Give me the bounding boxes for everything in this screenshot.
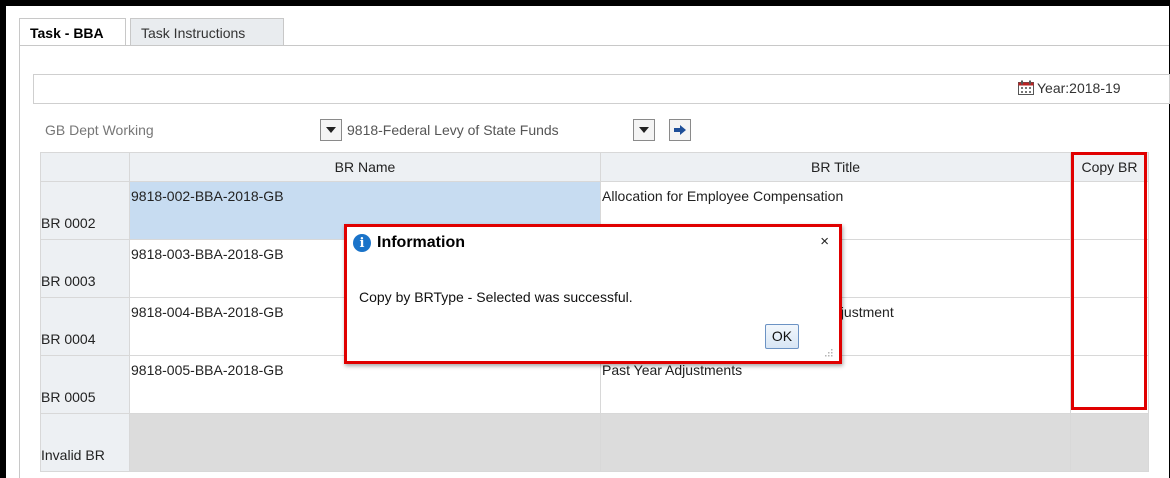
col-header-br-title: BR Title [600,152,1071,182]
info-icon: i [353,234,371,252]
table-row: Invalid BR [40,413,1149,472]
year-label: Year:2018-19 [1037,80,1121,96]
row-header: BR 0003 [40,239,130,298]
resize-grip-icon[interactable] [823,347,833,357]
br-name-cell[interactable]: 9818-005-BBA-2018-GB [129,355,601,414]
br-title-cell [600,413,1071,472]
row-header: Invalid BR [40,413,130,472]
copy-br-highlight [1071,152,1147,410]
arrow-right-icon [674,125,686,135]
row-header: BR 0002 [40,181,130,240]
row-header: BR 0005 [40,355,130,414]
information-dialog: i Information × Copy by BRType - Selecte… [344,224,842,364]
dialog-title: i Information [353,234,465,252]
copy-br-cell [1070,413,1149,472]
br-title-cell[interactable]: Past Year Adjustments [600,355,1071,414]
tab-divider [19,45,1169,46]
tab-task-bba[interactable]: Task - BBA [19,18,126,46]
go-button[interactable] [669,119,691,141]
calendar-icon [1018,80,1035,96]
chevron-down-icon [639,127,649,133]
table-row: BR 0005 9818-005-BBA-2018-GB Past Year A… [40,355,1149,414]
fund-dropdown-button[interactable] [633,119,655,141]
dialog-title-text: Information [377,234,465,251]
dialog-message: Copy by BRType - Selected was successful… [359,289,633,305]
pov-bar [33,74,1170,104]
panel-border [19,45,20,478]
ok-button[interactable]: OK [765,324,799,349]
tab-task-instructions[interactable]: Task Instructions [130,18,284,46]
dept-dropdown-button[interactable] [320,119,342,141]
year-selector[interactable]: Year:2018-19 [1018,80,1121,96]
chevron-down-icon [326,127,336,133]
br-name-cell [129,413,601,472]
dept-dropdown-value[interactable]: GB Dept Working [45,118,154,143]
col-header-br-name: BR Name [129,152,601,182]
row-header: BR 0004 [40,297,130,356]
close-icon[interactable]: × [820,233,829,250]
fund-dropdown-value[interactable]: 9818-Federal Levy of State Funds [347,118,559,143]
grid-corner [40,152,130,182]
